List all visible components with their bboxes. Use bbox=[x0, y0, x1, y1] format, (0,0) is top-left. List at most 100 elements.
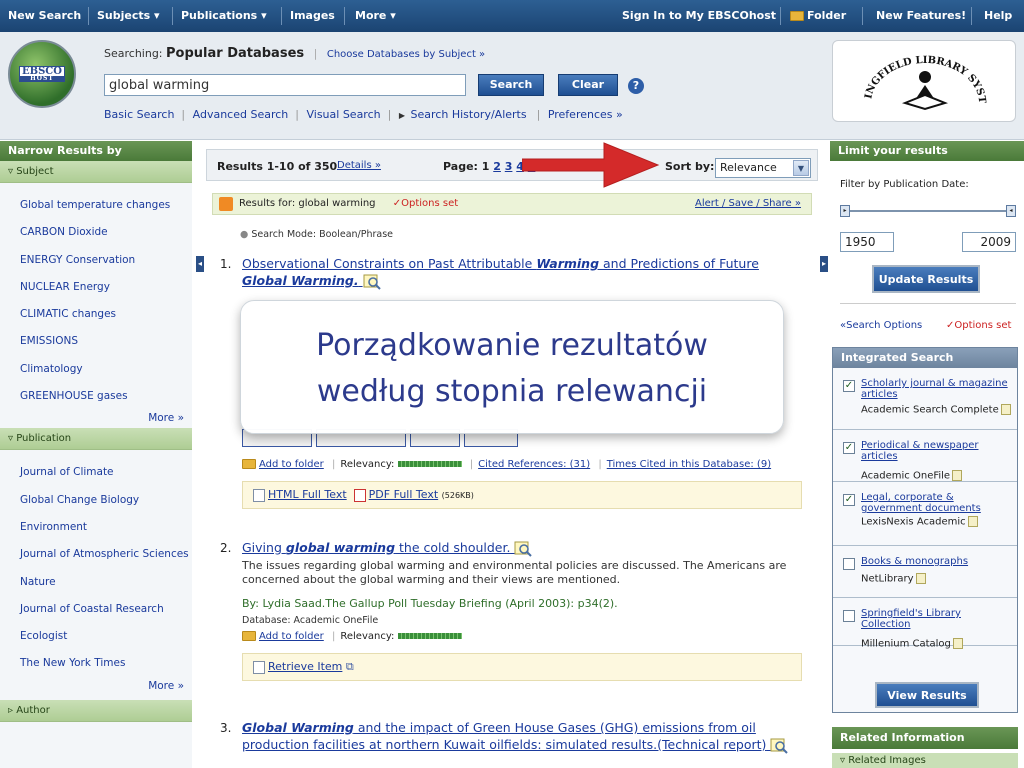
times-cited-link[interactable]: Times Cited in this Database: (9) bbox=[607, 459, 771, 470]
date-to-input[interactable]: 2009 bbox=[962, 232, 1016, 252]
facet-subject[interactable]: Climatology bbox=[0, 356, 192, 383]
facet-publication[interactable]: Ecologist bbox=[0, 623, 192, 650]
result-title-link[interactable]: Giving global warming the cold shoulder. bbox=[242, 539, 782, 557]
nav-subjects[interactable]: Subjects ▾ bbox=[97, 9, 160, 22]
nav-new-features[interactable]: New Features! bbox=[876, 9, 966, 22]
results-toolbar: Results 1-10 of 350 Details » Page: 1 2 … bbox=[206, 149, 818, 181]
related-images-label: Related Images bbox=[848, 755, 926, 766]
nav-folder[interactable]: Folder bbox=[790, 9, 846, 22]
slider-handle-right[interactable]: ◂ bbox=[1006, 205, 1016, 217]
info-note-icon[interactable] bbox=[952, 470, 963, 481]
details-link[interactable]: Details » bbox=[337, 160, 381, 171]
search-options-link[interactable]: «Search Options bbox=[840, 320, 922, 331]
facet-subject[interactable]: Global temperature changes bbox=[0, 192, 192, 219]
update-results-button[interactable]: Update Results bbox=[872, 265, 980, 293]
view-results-button[interactable]: View Results bbox=[875, 682, 979, 708]
source-category-link[interactable]: Books & monographs bbox=[861, 556, 1013, 567]
external-link-icon: ⧉ bbox=[345, 660, 354, 673]
rss-icon[interactable] bbox=[219, 197, 233, 211]
publication-facet-header[interactable]: ▿ Publication bbox=[0, 428, 192, 451]
info-note-icon[interactable] bbox=[1000, 404, 1011, 415]
sort-select[interactable]: Relevance ▼ bbox=[715, 158, 811, 178]
alert-save-share-link[interactable]: Alert / Save / Share » bbox=[695, 194, 801, 214]
facet-publication[interactable]: Environment bbox=[0, 514, 192, 541]
preview-magnifier-icon[interactable] bbox=[770, 738, 789, 754]
result-title-link[interactable]: Global Warming and the impact of Green H… bbox=[242, 719, 802, 754]
search-input[interactable]: global warming bbox=[104, 74, 466, 96]
author-facet-header[interactable]: ▹ Author bbox=[0, 699, 192, 722]
help-icon[interactable]: ? bbox=[628, 78, 644, 94]
page-link[interactable]: 3 bbox=[505, 160, 513, 173]
info-note-icon[interactable] bbox=[952, 638, 963, 649]
facet-subject[interactable]: GREENHOUSE gases bbox=[0, 383, 192, 410]
source-checkbox[interactable]: ✓ bbox=[843, 380, 855, 392]
nav-images[interactable]: Images bbox=[290, 9, 335, 22]
visual-search-link[interactable]: Visual Search bbox=[306, 108, 380, 121]
facet-publication[interactable]: Nature bbox=[0, 569, 192, 596]
source-category-link[interactable]: Legal, corporate & government documents bbox=[861, 492, 1013, 514]
facet-publication[interactable]: Global Change Biology bbox=[0, 487, 192, 514]
html-full-text-link[interactable]: HTML Full Text bbox=[268, 488, 347, 501]
integrated-source-item: ✓ Legal, corporate & government document… bbox=[833, 482, 1017, 546]
add-to-folder-link[interactable]: Add to folder bbox=[259, 459, 324, 470]
options-set-link[interactable]: ✓Options set bbox=[393, 198, 458, 209]
subject-more-link[interactable]: More » bbox=[0, 410, 192, 428]
collapse-left-icon[interactable]: ◂ bbox=[196, 256, 204, 272]
options-set-link[interactable]: ✓Options set bbox=[946, 320, 1011, 331]
page-link[interactable]: 2 bbox=[493, 160, 501, 173]
preview-magnifier-icon[interactable] bbox=[363, 274, 381, 290]
search-button[interactable]: Search bbox=[478, 74, 544, 96]
info-note-icon[interactable] bbox=[915, 573, 926, 584]
integrated-source-item: Books & monographs NetLibrary bbox=[833, 546, 1017, 598]
subject-facet-header[interactable]: ▿ Subject bbox=[0, 161, 192, 183]
sign-in-link[interactable]: Sign In to My EBSCOhost bbox=[622, 9, 776, 22]
result-byline: By: Lydia Saad.The Gallup Poll Tuesday B… bbox=[242, 597, 618, 610]
add-to-folder-link[interactable]: Add to folder bbox=[259, 631, 324, 642]
nav-new-search[interactable]: New Search bbox=[8, 9, 81, 22]
nav-help[interactable]: Help bbox=[984, 9, 1012, 22]
slider-handle-left[interactable]: ▸ bbox=[840, 205, 850, 217]
preview-magnifier-icon[interactable] bbox=[514, 541, 533, 557]
results-for-text: Results for: global warming bbox=[239, 198, 376, 209]
facet-publication[interactable]: Journal of Climate bbox=[0, 459, 192, 486]
facet-subject[interactable]: NUCLEAR Energy bbox=[0, 274, 192, 301]
source-checkbox[interactable] bbox=[843, 558, 855, 570]
source-category-link[interactable]: Scholarly journal & magazine articles bbox=[861, 378, 1013, 400]
triangle-down-icon: ▿ bbox=[840, 755, 849, 766]
nav-more[interactable]: More ▾ bbox=[355, 9, 396, 22]
facet-subject[interactable]: CLIMATIC changes bbox=[0, 301, 192, 328]
basic-search-link[interactable]: Basic Search bbox=[104, 108, 174, 121]
publication-more-link[interactable]: More » bbox=[0, 678, 192, 696]
pdf-full-text-link[interactable]: PDF Full Text bbox=[369, 488, 438, 501]
source-category-link[interactable]: Periodical & newspaper articles bbox=[861, 440, 1013, 462]
filter-date-label: Filter by Publication Date: bbox=[840, 179, 969, 190]
cited-references-link[interactable]: Cited References: (31) bbox=[478, 459, 590, 470]
result-title-link[interactable]: Observational Constraints on Past Attrib… bbox=[242, 255, 782, 290]
retrieve-item-link[interactable]: Retrieve Item bbox=[268, 660, 342, 673]
choose-databases-link[interactable]: Choose Databases by Subject » bbox=[327, 49, 485, 60]
facet-publication[interactable]: The New York Times bbox=[0, 650, 192, 677]
facet-publication[interactable]: Journal of Atmospheric Sciences bbox=[0, 541, 192, 568]
source-checkbox[interactable]: ✓ bbox=[843, 442, 855, 454]
title-part: and Predictions of Future bbox=[599, 256, 759, 271]
advanced-search-link[interactable]: Advanced Search bbox=[193, 108, 289, 121]
facet-publication[interactable]: Journal of Coastal Research bbox=[0, 596, 192, 623]
search-history-link[interactable]: ▶ Search History/Alerts bbox=[399, 108, 530, 121]
source-category-link[interactable]: Springfield's Library Collection bbox=[861, 608, 1013, 630]
date-range-slider[interactable]: ▸ ◂ bbox=[840, 205, 1016, 217]
narrow-results-panel: Narrow Results by ▿ Subject Global tempe… bbox=[0, 141, 192, 768]
date-from-input[interactable]: 1950 bbox=[840, 232, 894, 252]
facet-subject[interactable]: CARBON Dioxide bbox=[0, 219, 192, 246]
facet-subject[interactable]: EMISSIONS bbox=[0, 328, 192, 355]
related-images-header[interactable]: ▿ Related Images bbox=[832, 753, 1018, 768]
nav-more-label: More bbox=[355, 9, 387, 22]
clear-button[interactable]: Clear bbox=[558, 74, 618, 96]
source-checkbox[interactable]: ✓ bbox=[843, 494, 855, 506]
nav-publications[interactable]: Publications ▾ bbox=[181, 9, 267, 22]
source-checkbox[interactable] bbox=[843, 610, 855, 622]
info-note-icon[interactable] bbox=[967, 516, 978, 527]
ebsco-host-logo[interactable]: EBSCO HOST bbox=[8, 40, 76, 108]
facet-subject[interactable]: ENERGY Conservation bbox=[0, 247, 192, 274]
result-actions: Add to folder | Relevancy: bbox=[242, 631, 462, 642]
preferences-link[interactable]: Preferences » bbox=[548, 108, 623, 121]
